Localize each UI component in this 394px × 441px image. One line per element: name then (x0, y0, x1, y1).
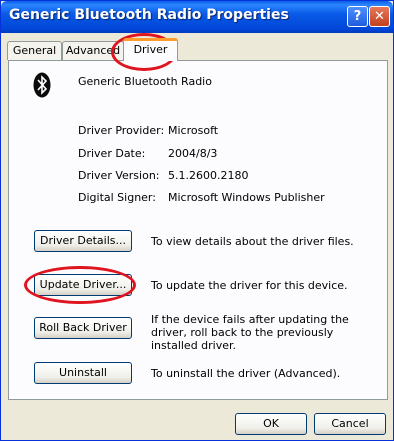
driver-provider-label: Driver Provider: (78, 124, 165, 137)
help-button[interactable]: ? (347, 6, 368, 27)
digital-signer-label: Digital Signer: (78, 191, 156, 204)
driver-details-button[interactable]: Driver Details... (34, 230, 132, 252)
bluetooth-icon (33, 72, 51, 98)
driver-date-label: Driver Date: (78, 147, 146, 160)
driver-provider-value: Microsoft (168, 124, 219, 137)
digital-signer-value: Microsoft Windows Publisher (168, 191, 325, 204)
update-driver-description: To update the driver for this device. (151, 279, 348, 292)
driver-date-value: 2004/8/3 (168, 147, 218, 160)
title-bar[interactable]: Generic Bluetooth Radio Properties ? ✕ (1, 1, 393, 33)
uninstall-description: To uninstall the driver (Advanced). (151, 367, 341, 380)
driver-version-label: Driver Version: (78, 169, 160, 182)
driver-version-value: 5.1.2600.2180 (168, 169, 249, 182)
close-button[interactable]: ✕ (369, 6, 390, 27)
annotation-circle-update-driver (24, 266, 136, 304)
roll-back-description: If the device fails after updating the d… (151, 313, 349, 352)
device-name: Generic Bluetooth Radio (78, 75, 212, 88)
properties-window: Generic Bluetooth Radio Properties ? ✕ G… (0, 0, 394, 441)
driver-details-description: To view details about the driver files. (151, 235, 354, 248)
roll-back-driver-button[interactable]: Roll Back Driver (34, 317, 132, 339)
window-title: Generic Bluetooth Radio Properties (9, 7, 289, 23)
tab-driver[interactable]: Driver (123, 38, 178, 61)
tab-general[interactable]: General (7, 41, 62, 60)
uninstall-button[interactable]: Uninstall (34, 362, 132, 384)
cancel-button[interactable]: Cancel (314, 413, 386, 435)
ok-button[interactable]: OK (235, 413, 307, 435)
